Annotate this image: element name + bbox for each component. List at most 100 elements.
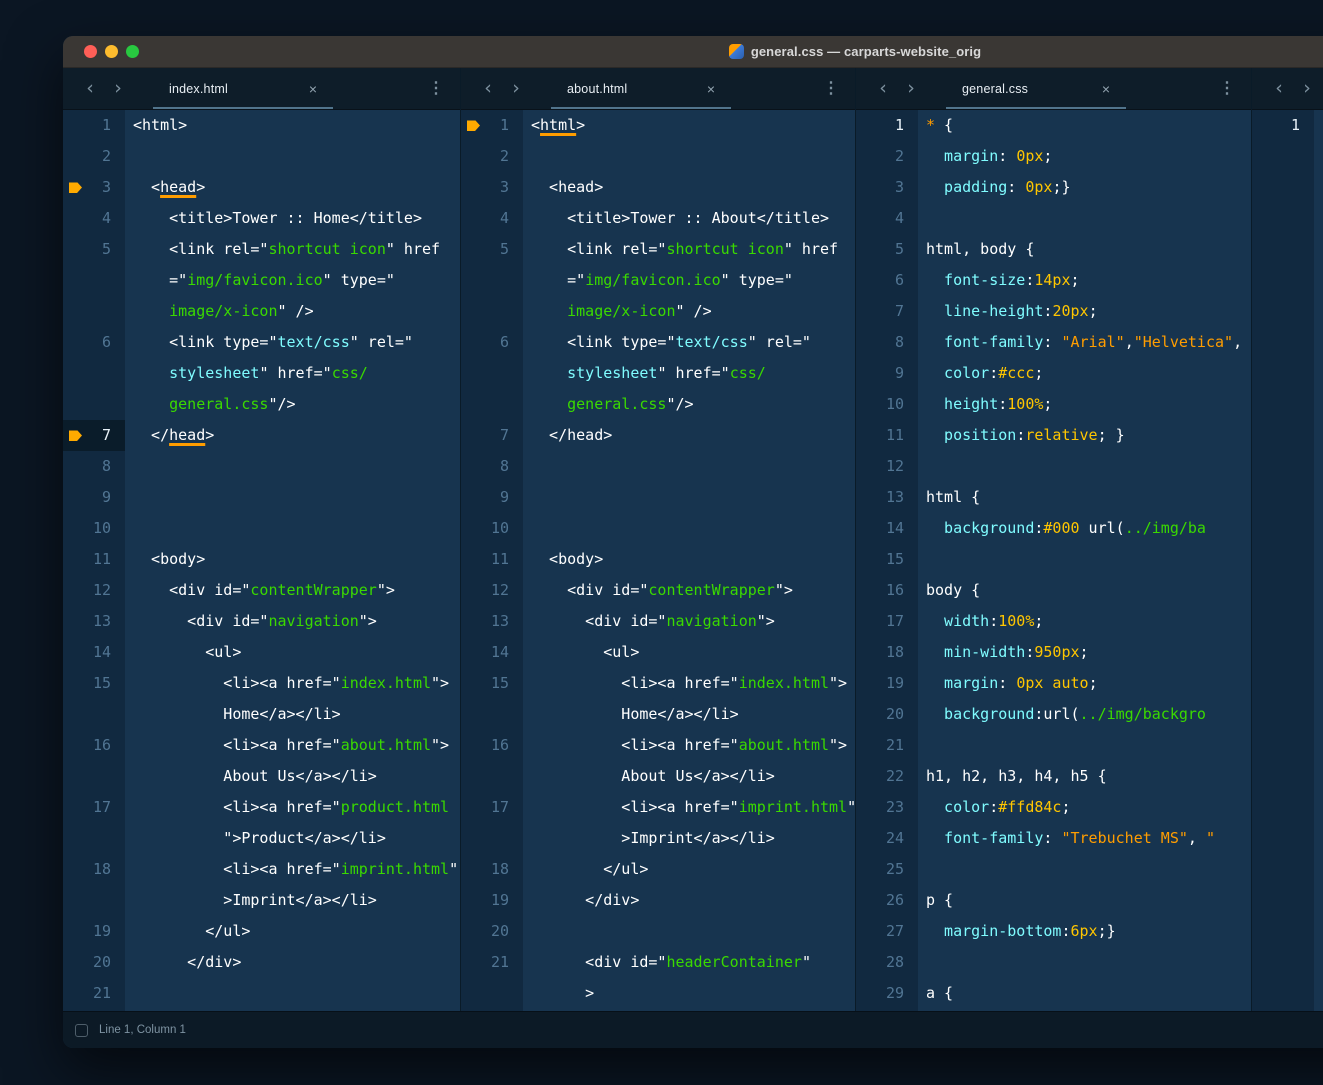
line-number-gutter[interactable]: 15 [63,668,125,699]
code-row[interactable]: general.css"/> [63,389,460,420]
line-number-gutter[interactable]: 5 [856,234,918,265]
code-row[interactable]: 8 font-family: "Arial","Helvetica", [856,327,1251,358]
code-row[interactable]: 5 <link rel="shortcut icon" href [461,234,855,265]
code-line[interactable]: font-size:14px; [918,265,1251,296]
line-number-gutter[interactable]: 8 [63,451,125,482]
code-line[interactable]: </ul> [125,916,460,947]
code-editor-about-html[interactable]: 1<html>23 <head>4 <title>Tower :: About<… [461,110,855,1011]
code-line[interactable]: p { [918,885,1251,916]
code-row[interactable]: ">Product</a></li> [63,823,460,854]
line-number-gutter[interactable]: 8 [461,451,523,482]
line-number-gutter[interactable]: 28 [856,947,918,978]
code-row[interactable]: 4 <title>Tower :: About</title> [461,203,855,234]
code-line[interactable] [918,854,1251,885]
code-row[interactable]: 4 [856,203,1251,234]
line-number-gutter[interactable] [63,699,125,730]
line-number-gutter[interactable]: 18 [856,637,918,668]
code-row[interactable]: 5html, body { [856,234,1251,265]
code-line[interactable]: <li><a href="imprint.html" [125,854,460,885]
code-row[interactable]: 18 min-width:950px; [856,637,1251,668]
code-row[interactable]: 11 <body> [461,544,855,575]
code-line[interactable]: <li><a href="about.html"> [125,730,460,761]
overflow-menu-icon[interactable]: ⋮ [1219,81,1235,97]
code-line[interactable]: a { [918,978,1251,1009]
code-row[interactable]: 8 [461,451,855,482]
code-line[interactable]: Home</a></li> [523,699,855,730]
code-row[interactable]: stylesheet" href="css/ [461,358,855,389]
line-number-gutter[interactable]: 2 [63,141,125,172]
code-line[interactable]: <link rel="shortcut icon" href [523,234,855,265]
code-line[interactable] [918,203,1251,234]
code-row[interactable]: 3 <head> [461,172,855,203]
code-line[interactable]: <ul> [523,637,855,668]
close-window-button[interactable] [84,45,97,58]
line-number-gutter[interactable]: 10 [461,513,523,544]
code-line[interactable]: padding: 0px;} [918,172,1251,203]
line-number-gutter[interactable]: 21 [63,978,125,1009]
code-row[interactable]: 20 [461,916,855,947]
code-row[interactable]: 21 [63,978,460,1009]
line-number-gutter[interactable]: 29 [856,978,918,1009]
history-back-icon[interactable]: ‹ [1272,68,1286,109]
code-row[interactable]: 16body { [856,575,1251,606]
code-row[interactable]: 2 [461,141,855,172]
code-row[interactable]: 12 <div id="contentWrapper"> [63,575,460,606]
code-line[interactable] [918,947,1251,978]
code-line[interactable]: </div> [523,885,855,916]
code-line[interactable]: <link rel="shortcut icon" href [125,234,460,265]
code-line[interactable]: min-width:950px; [918,637,1251,668]
history-forward-icon[interactable]: › [1300,68,1314,109]
code-line[interactable]: <body> [523,544,855,575]
code-line[interactable]: * { [918,110,1251,141]
code-row[interactable]: 19 margin: 0px auto; [856,668,1251,699]
line-number-gutter[interactable]: 21 [856,730,918,761]
line-number-gutter[interactable]: 4 [63,203,125,234]
line-number-gutter[interactable]: 3 [856,172,918,203]
line-number-gutter[interactable]: 6 [856,265,918,296]
code-row[interactable]: >Imprint</a></li> [461,823,855,854]
code-row[interactable]: 27 margin-bottom:6px;} [856,916,1251,947]
code-editor-4[interactable]: 1 [1252,110,1323,1011]
code-row[interactable]: 10 height:100%; [856,389,1251,420]
code-line[interactable]: height:100%; [918,389,1251,420]
code-line[interactable]: general.css"/> [523,389,855,420]
code-row[interactable]: 16 <li><a href="about.html"> [461,730,855,761]
code-line[interactable]: font-family: "Trebuchet MS", " [918,823,1251,854]
code-line[interactable]: <div id="contentWrapper"> [523,575,855,606]
line-number-gutter[interactable]: 13 [856,482,918,513]
history-back-icon[interactable]: ‹ [83,68,97,109]
code-row[interactable]: 2 [63,141,460,172]
line-number-gutter[interactable] [461,358,523,389]
code-row[interactable]: 13html { [856,482,1251,513]
code-line[interactable]: html { [918,482,1251,513]
code-line[interactable] [523,141,855,172]
code-row[interactable]: >Imprint</a></li> [63,885,460,916]
code-row[interactable]: Home</a></li> [63,699,460,730]
line-number-gutter[interactable] [461,823,523,854]
line-number-gutter[interactable]: 22 [856,761,918,792]
code-line[interactable]: About Us</a></li> [125,761,460,792]
code-editor-index-html[interactable]: 1<html>23 <head>4 <title>Tower :: Home</… [63,110,460,1011]
line-number-gutter[interactable] [63,358,125,389]
code-row[interactable]: > [461,978,855,1009]
line-number-gutter[interactable]: 25 [856,854,918,885]
code-editor-general-css[interactable]: 1* {2 margin: 0px;3 padding: 0px;}45html… [856,110,1251,1011]
code-row[interactable]: 10 [63,513,460,544]
line-number-gutter[interactable]: 1 [1252,110,1314,141]
line-number-gutter[interactable]: 1 [856,110,918,141]
line-number-gutter[interactable]: 7 [461,420,523,451]
code-line[interactable]: <li><a href="about.html"> [523,730,855,761]
line-number-gutter[interactable]: 19 [461,885,523,916]
code-line[interactable] [125,978,460,1009]
overflow-menu-icon[interactable]: ⋮ [823,81,839,97]
line-number-gutter[interactable]: 14 [63,637,125,668]
line-number-gutter[interactable]: 20 [856,699,918,730]
code-row[interactable]: 9 [461,482,855,513]
close-tab-icon[interactable]: × [309,82,317,96]
code-row[interactable]: 1<html> [461,110,855,141]
line-number-gutter[interactable]: 7 [63,420,125,451]
line-number-gutter[interactable]: 17 [461,792,523,823]
code-row[interactable]: 21 <div id="headerContainer" [461,947,855,978]
code-line[interactable]: About Us</a></li> [523,761,855,792]
code-line[interactable]: width:100%; [918,606,1251,637]
